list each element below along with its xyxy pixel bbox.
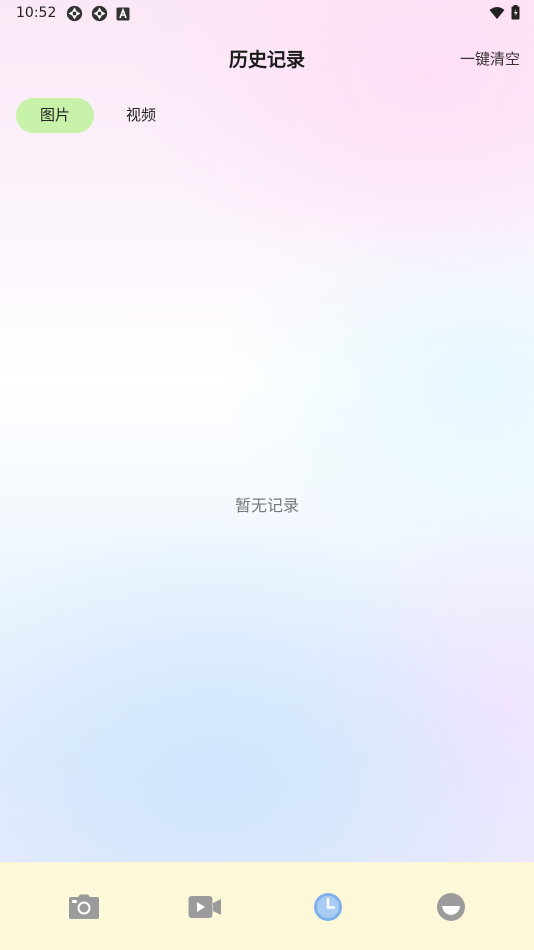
bottom-nav xyxy=(0,862,534,950)
status-bar: 10:52 xyxy=(0,0,534,28)
profile-icon xyxy=(436,892,466,922)
nav-history[interactable] xyxy=(311,892,345,922)
wifi-icon xyxy=(489,6,505,20)
nav-video[interactable] xyxy=(188,892,222,922)
empty-state-text: 暂无记录 xyxy=(234,496,299,515)
aperture-icon xyxy=(66,5,83,22)
aperture-icon xyxy=(91,5,108,22)
battery-icon xyxy=(511,5,520,20)
status-notification-icons xyxy=(66,5,130,22)
camera-icon xyxy=(68,894,100,920)
a-badge-icon xyxy=(116,7,130,21)
status-system-icons xyxy=(489,5,520,20)
media-tabs: 图片 视频 xyxy=(16,98,180,133)
nav-profile[interactable] xyxy=(434,892,468,922)
tab-images[interactable]: 图片 xyxy=(16,98,95,133)
video-camera-icon xyxy=(188,895,222,919)
header: 历史记录 一键清空 xyxy=(0,36,534,80)
tab-videos[interactable]: 视频 xyxy=(102,98,180,133)
clock-icon xyxy=(313,892,343,922)
page-title: 历史记录 xyxy=(228,49,305,71)
status-time: 10:52 xyxy=(16,5,57,21)
clear-all-button[interactable]: 一键清空 xyxy=(460,48,520,69)
nav-camera[interactable] xyxy=(67,892,101,922)
